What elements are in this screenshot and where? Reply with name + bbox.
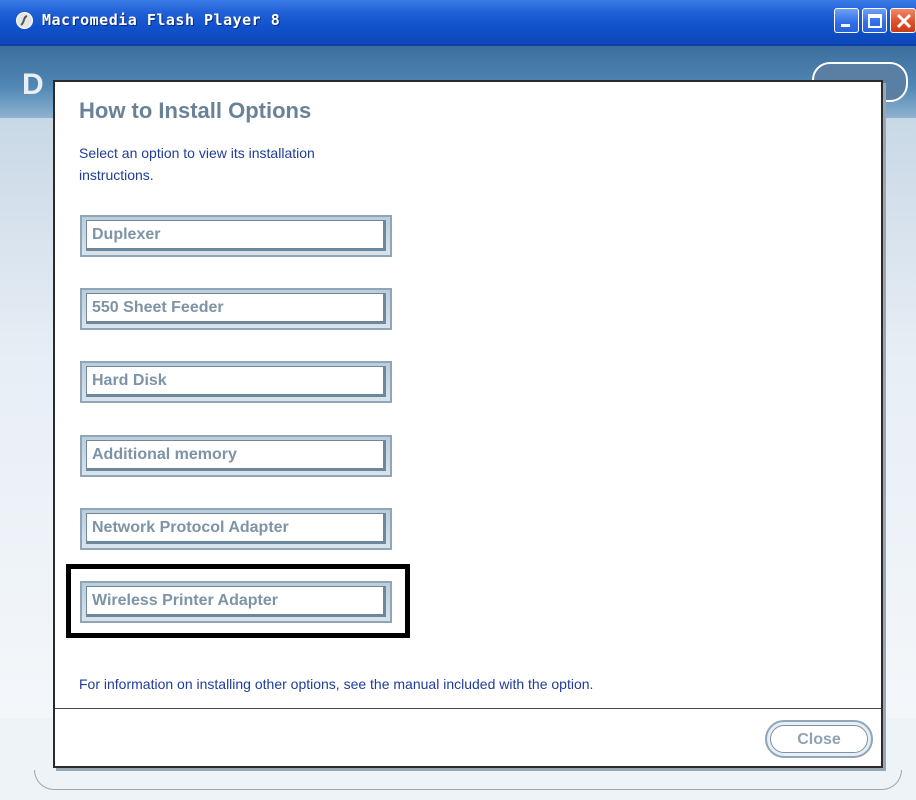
background-frame-edge (34, 770, 902, 790)
option-duplexer-button[interactable]: Duplexer (80, 215, 392, 257)
title-bar[interactable]: Macromedia Flash Player 8 (0, 0, 916, 46)
maximize-button[interactable] (862, 8, 887, 33)
close-window-button[interactable] (890, 8, 916, 33)
flash-player-icon (16, 12, 33, 29)
option-label: 550 Sheet Feeder (86, 293, 386, 324)
option-label: Wireless Printer Adapter (86, 586, 386, 617)
option-network-protocol-adapter-button[interactable]: Network Protocol Adapter (80, 508, 392, 550)
option-550-sheet-feeder-button[interactable]: 550 Sheet Feeder (80, 288, 392, 330)
option-label: Network Protocol Adapter (86, 513, 386, 544)
window-title: Macromedia Flash Player 8 (42, 11, 281, 29)
install-options-dialog: How to Install Options Select an option … (53, 80, 883, 768)
minimize-button[interactable] (834, 8, 859, 33)
background-logo: D (22, 68, 44, 101)
minimize-icon (841, 24, 850, 27)
option-label: Additional memory (86, 440, 386, 471)
dialog-description: Select an option to view its installatio… (79, 145, 315, 183)
background-right-panel (880, 118, 916, 718)
option-additional-memory-button[interactable]: Additional memory (80, 435, 392, 477)
option-label: Duplexer (86, 220, 386, 251)
close-x-icon (896, 13, 912, 29)
option-label: Hard Disk (86, 366, 386, 397)
close-button[interactable]: Close (765, 720, 873, 758)
close-button-label: Close (770, 725, 868, 753)
dialog-divider (55, 708, 881, 709)
flash-player-window: Macromedia Flash Player 8 D How to Insta… (0, 0, 916, 800)
option-hard-disk-button[interactable]: Hard Disk (80, 361, 392, 403)
footer-note: For information on installing other opti… (79, 676, 594, 692)
dialog-title: How to Install Options (79, 98, 312, 123)
option-wireless-printer-adapter-button[interactable]: Wireless Printer Adapter (80, 581, 392, 623)
maximize-icon (868, 14, 882, 28)
background-left-panel (0, 118, 60, 718)
